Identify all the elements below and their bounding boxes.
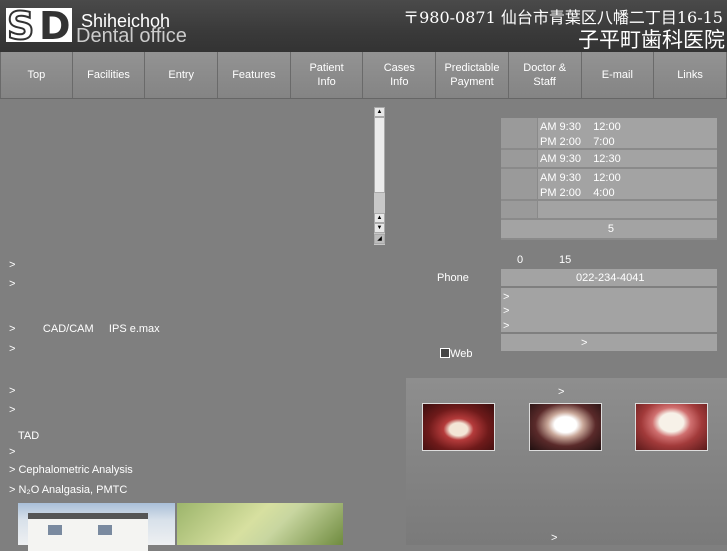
svg-text:S: S (7, 8, 34, 42)
nav-predictable-payment[interactable]: Predictable Payment (436, 52, 509, 98)
link-arrow[interactable]: > (503, 320, 509, 332)
list-item[interactable]: > (9, 446, 15, 458)
phone-label: Phone (437, 272, 469, 284)
hours-row (501, 201, 717, 220)
site-header: S D Shiheichoh Dental office 〒980-0871 仙… (0, 0, 727, 52)
hours-row: 5 (501, 220, 717, 240)
nav-patient-info[interactable]: Patient Info (290, 52, 364, 98)
list-item[interactable]: > N₂O Analgasia, PMTC (9, 484, 127, 496)
interior-photo (177, 503, 343, 545)
main-nav: Top Facilities Entry Features Patient In… (0, 52, 727, 99)
hours-row: AM 9:30 12:00 PM 2:00 4:00 (501, 169, 717, 201)
cases-link-arrow[interactable]: > (551, 532, 557, 544)
checkbox-icon[interactable] (440, 348, 451, 358)
scroll-thumb[interactable] (374, 117, 385, 193)
info-number: 15 (559, 254, 572, 266)
list-item[interactable]: > (9, 343, 15, 355)
list-item[interactable]: > (9, 278, 15, 290)
case-photo[interactable] (422, 403, 495, 451)
nav-entry[interactable]: Entry (145, 52, 219, 98)
svg-text:D: D (39, 8, 71, 42)
case-photo[interactable] (635, 403, 708, 451)
clinic-subtitle: Dental office (76, 25, 187, 47)
cases-link-arrow[interactable]: > (558, 386, 564, 398)
hours-row: AM 9:30 12:00 PM 2:00 7:00 (501, 118, 717, 150)
resize-grip-icon[interactable]: ◢ (374, 234, 385, 244)
scroll-up-icon[interactable]: ▲ (374, 107, 385, 117)
list-item: TAD (18, 430, 40, 442)
nav-features[interactable]: Features (218, 52, 291, 98)
nav-cases-info[interactable]: Cases Info (363, 52, 437, 98)
web-checkbox[interactable]: Web (434, 336, 473, 360)
nav-top[interactable]: Top (0, 52, 73, 98)
office-hours-table: AM 9:30 12:00 PM 2:00 7:00 AM 9:30 12:30… (501, 118, 717, 240)
list-item[interactable]: > (9, 404, 15, 416)
scroll-down-icon[interactable]: ▲ (374, 213, 385, 223)
hours-row: AM 9:30 12:30 (501, 150, 717, 169)
clinic-building-photo (18, 503, 175, 551)
links-panel (501, 288, 717, 332)
link-arrow[interactable]: > (503, 291, 509, 303)
phone-number[interactable]: 022-234-4041 (576, 272, 645, 284)
nav-doctor-staff[interactable]: Doctor & Staff (508, 52, 582, 98)
scroll-down-icon[interactable]: ▼ (374, 223, 385, 233)
case-photo[interactable] (529, 403, 602, 451)
logo[interactable]: S D (6, 3, 72, 49)
nav-email[interactable]: E-mail (581, 52, 655, 98)
list-item[interactable]: > CAD/CAM IPS e.max (9, 323, 160, 335)
list-item[interactable]: > (9, 259, 15, 271)
sd-logo-icon: S D (6, 3, 72, 49)
list-item[interactable]: > Cephalometric Analysis (9, 464, 133, 476)
web-row (501, 334, 717, 351)
link-arrow[interactable]: > (503, 305, 509, 317)
nav-links[interactable]: Links (654, 52, 727, 98)
info-number: 0 (517, 254, 524, 266)
news-scrollbar[interactable]: ▲ ▲ ▼ ◢ (374, 107, 385, 245)
nav-facilities[interactable]: Facilities (72, 52, 146, 98)
web-link-arrow[interactable]: > (581, 337, 587, 349)
list-item[interactable]: > (9, 385, 15, 397)
cases-gallery: > > (406, 378, 727, 545)
clinic-name-jp: 子平町歯科医院 (578, 28, 725, 52)
